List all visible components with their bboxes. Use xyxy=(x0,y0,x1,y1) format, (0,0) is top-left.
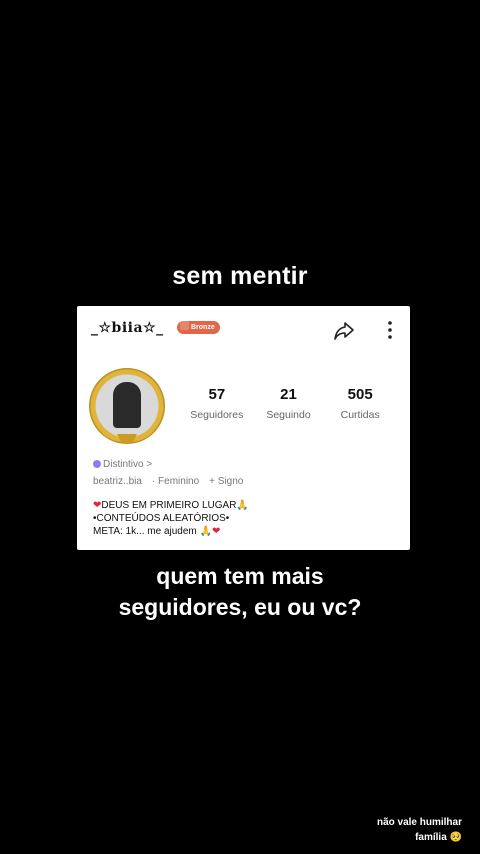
corner-line: família 🥺 xyxy=(415,832,462,843)
corner-note: não vale humilhar família 🥺 xyxy=(377,815,462,845)
meta-sign-button[interactable]: + Signo xyxy=(209,476,243,487)
stat-value: 505 xyxy=(347,386,373,403)
stat-label: Seguidores xyxy=(190,409,244,421)
corner-line: não vale humilhar xyxy=(376,817,462,828)
share-icon[interactable] xyxy=(332,318,356,342)
bio-line: •CONTEÚDOS ALEATÓRIOS• xyxy=(93,513,230,524)
distintivo-icon xyxy=(93,460,101,468)
badge-icon xyxy=(180,321,189,330)
overlay-caption-bottom: quem tem mais seguidores, eu ou vc? xyxy=(0,561,480,623)
distintivo-link[interactable]: Distintivo > xyxy=(93,459,152,470)
bio-line: META: 1k... me ajudem 🙏❤ xyxy=(93,526,221,537)
heart-icon: ❤ xyxy=(211,526,221,537)
stat-following[interactable]: 21 Seguindo xyxy=(253,386,325,421)
stat-followers[interactable]: 57 Seguidores xyxy=(181,386,253,421)
meta-handle: beatriz..bia xyxy=(93,476,142,487)
rank-badge[interactable]: Bronze xyxy=(177,321,220,334)
stats-row: 57 Seguidores 21 Seguindo 505 Curtidas xyxy=(181,386,396,421)
badge-label: Bronze xyxy=(191,324,215,331)
avatar[interactable] xyxy=(89,368,165,444)
stat-label: Seguindo xyxy=(266,409,311,421)
profile-header: _☆biia☆_ Bronze xyxy=(91,318,396,342)
profile-meta: beatriz..bia · Feminino + Signo xyxy=(93,476,243,487)
laurel-frame-icon xyxy=(97,423,157,443)
distintivo-label: Distintivo > xyxy=(103,459,153,470)
bio-line: ❤DEUS EM PRIMEIRO LUGAR🙏 xyxy=(93,500,249,511)
username: _☆biia☆_ xyxy=(91,320,164,336)
stat-value: 21 xyxy=(280,386,297,403)
more-vertical-icon[interactable] xyxy=(384,318,396,342)
stat-value: 57 xyxy=(208,386,226,403)
profile-card: _☆biia☆_ Bronze 57 Seguidores 21 Seguind… xyxy=(77,306,410,550)
overlay-caption-top: sem mentir xyxy=(172,262,308,290)
meta-gender: · Feminino xyxy=(151,476,200,487)
stat-likes[interactable]: 505 Curtidas xyxy=(324,386,396,421)
caption-line: quem tem mais xyxy=(156,563,324,589)
bio: ❤DEUS EM PRIMEIRO LUGAR🙏 •CONTEÚDOS ALEA… xyxy=(93,499,249,538)
stat-label: Curtidas xyxy=(340,409,380,421)
caption-line: seguidores, eu ou vc? xyxy=(118,594,362,620)
